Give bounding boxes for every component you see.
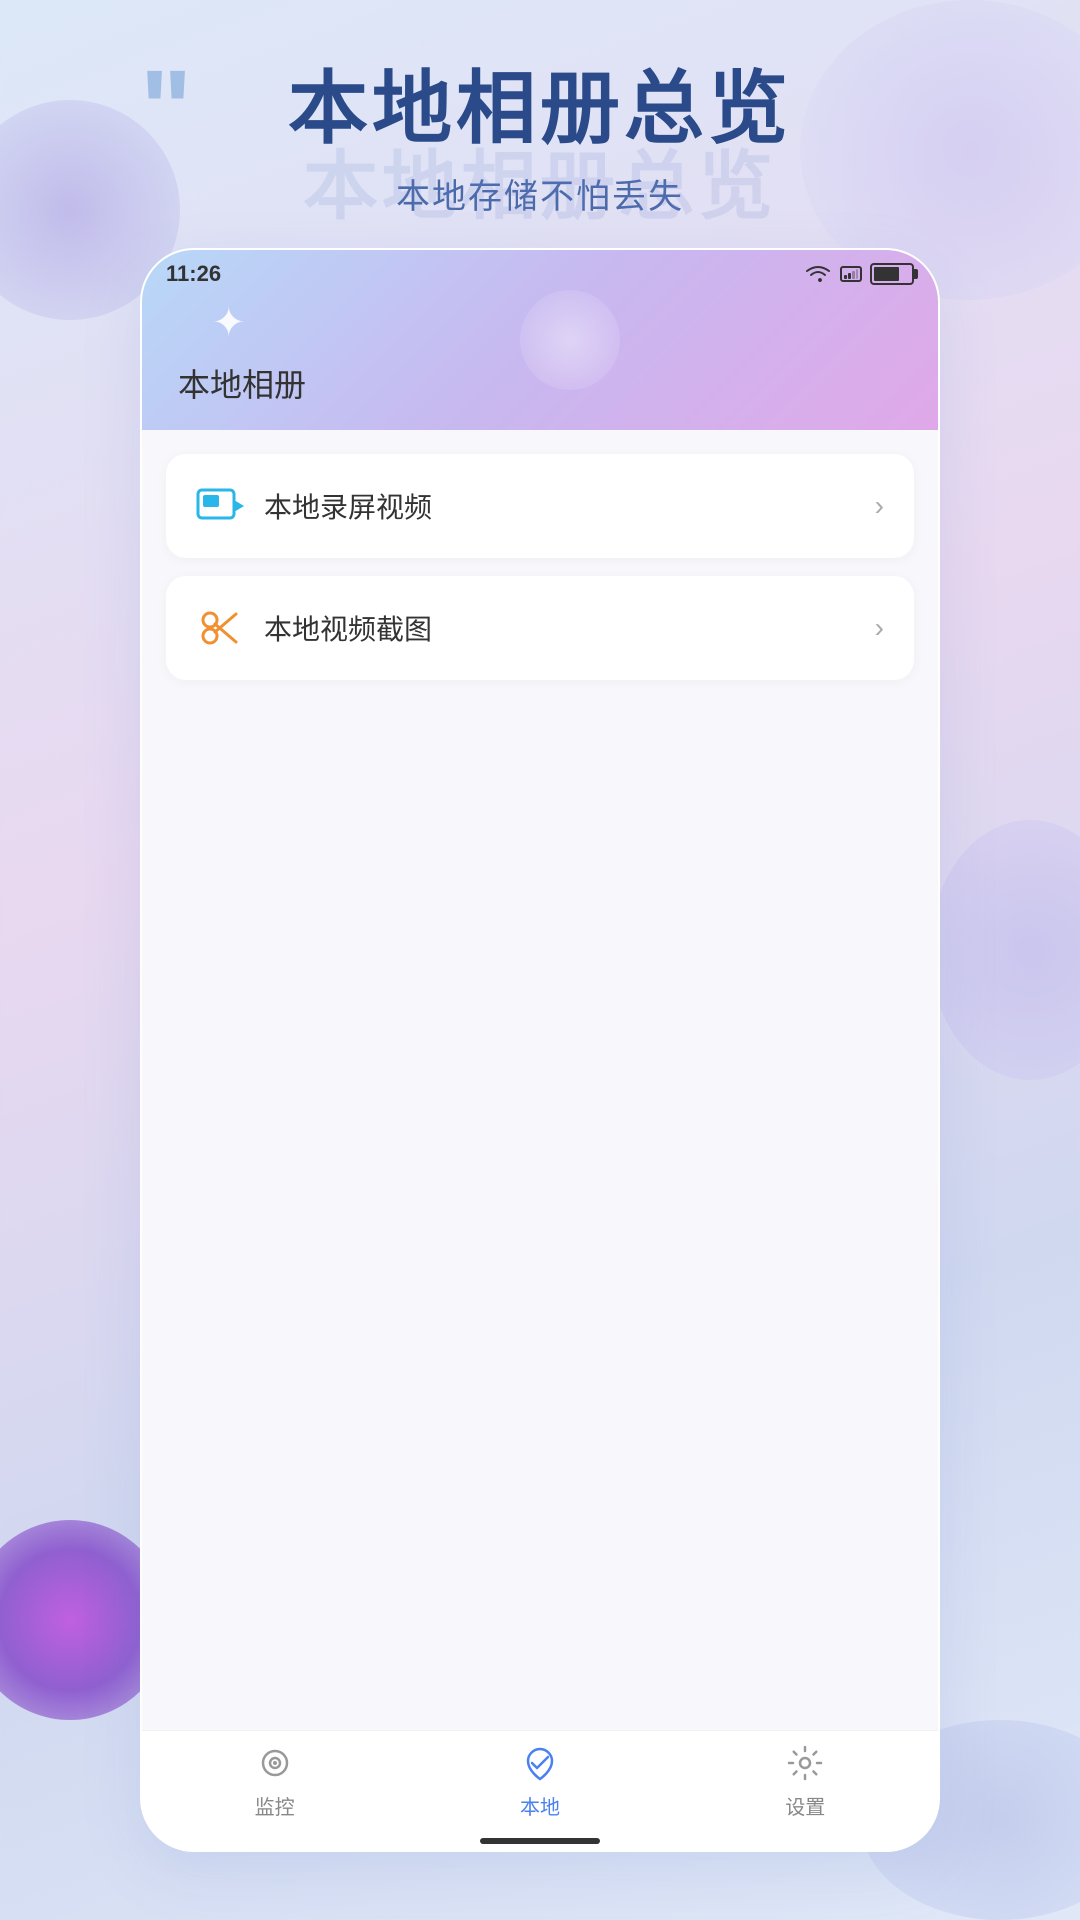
hero-section: 本地相册总览 本地相册总览 本地存储不怕丢失 — [0, 65, 1080, 218]
screen-record-chevron: › — [875, 490, 884, 522]
local-nav-label: 本地 — [520, 1791, 560, 1820]
phone-page-title: 本地相册 — [178, 360, 306, 406]
nav-item-settings[interactable]: 设置 — [673, 1741, 938, 1820]
screen-record-label: 本地录屏视频 — [264, 486, 432, 526]
settings-nav-label: 设置 — [785, 1791, 825, 1820]
bg-blob-right-mid — [930, 820, 1080, 1080]
home-indicator — [480, 1838, 600, 1844]
hero-watermark: 本地相册总览 — [0, 125, 1080, 234]
status-icons — [804, 263, 914, 285]
phone-frame: 11:26 — [140, 248, 940, 1852]
status-bar: 11:26 — [142, 250, 938, 298]
phone-header-bg: 11:26 — [142, 250, 938, 430]
sparkle-decoration: ✦ — [212, 300, 246, 346]
signal-icon — [840, 266, 862, 282]
status-time: 11:26 — [166, 261, 221, 287]
screen-record-icon — [196, 482, 244, 530]
menu-item-video-screenshot[interactable]: 本地视频截图 › — [166, 576, 914, 680]
battery-icon — [870, 263, 914, 285]
local-nav-icon — [518, 1741, 562, 1785]
monitor-nav-label: 监控 — [255, 1791, 295, 1820]
video-screenshot-chevron: › — [875, 612, 884, 644]
phone-nav: 监控 本地 — [142, 1730, 938, 1850]
video-screenshot-label: 本地视频截图 — [264, 608, 432, 648]
nav-item-monitor[interactable]: 监控 — [142, 1741, 407, 1820]
phone-content: 本地录屏视频 › 本地视频截图 › — [142, 430, 938, 1730]
menu-item-left-2: 本地视频截图 — [196, 604, 432, 652]
wifi-icon — [804, 264, 832, 284]
menu-item-left: 本地录屏视频 — [196, 482, 432, 530]
monitor-nav-icon — [253, 1741, 297, 1785]
menu-item-screen-record[interactable]: 本地录屏视频 › — [166, 454, 914, 558]
nav-item-local[interactable]: 本地 — [407, 1741, 672, 1820]
settings-nav-icon — [783, 1741, 827, 1785]
scissors-icon — [196, 604, 244, 652]
